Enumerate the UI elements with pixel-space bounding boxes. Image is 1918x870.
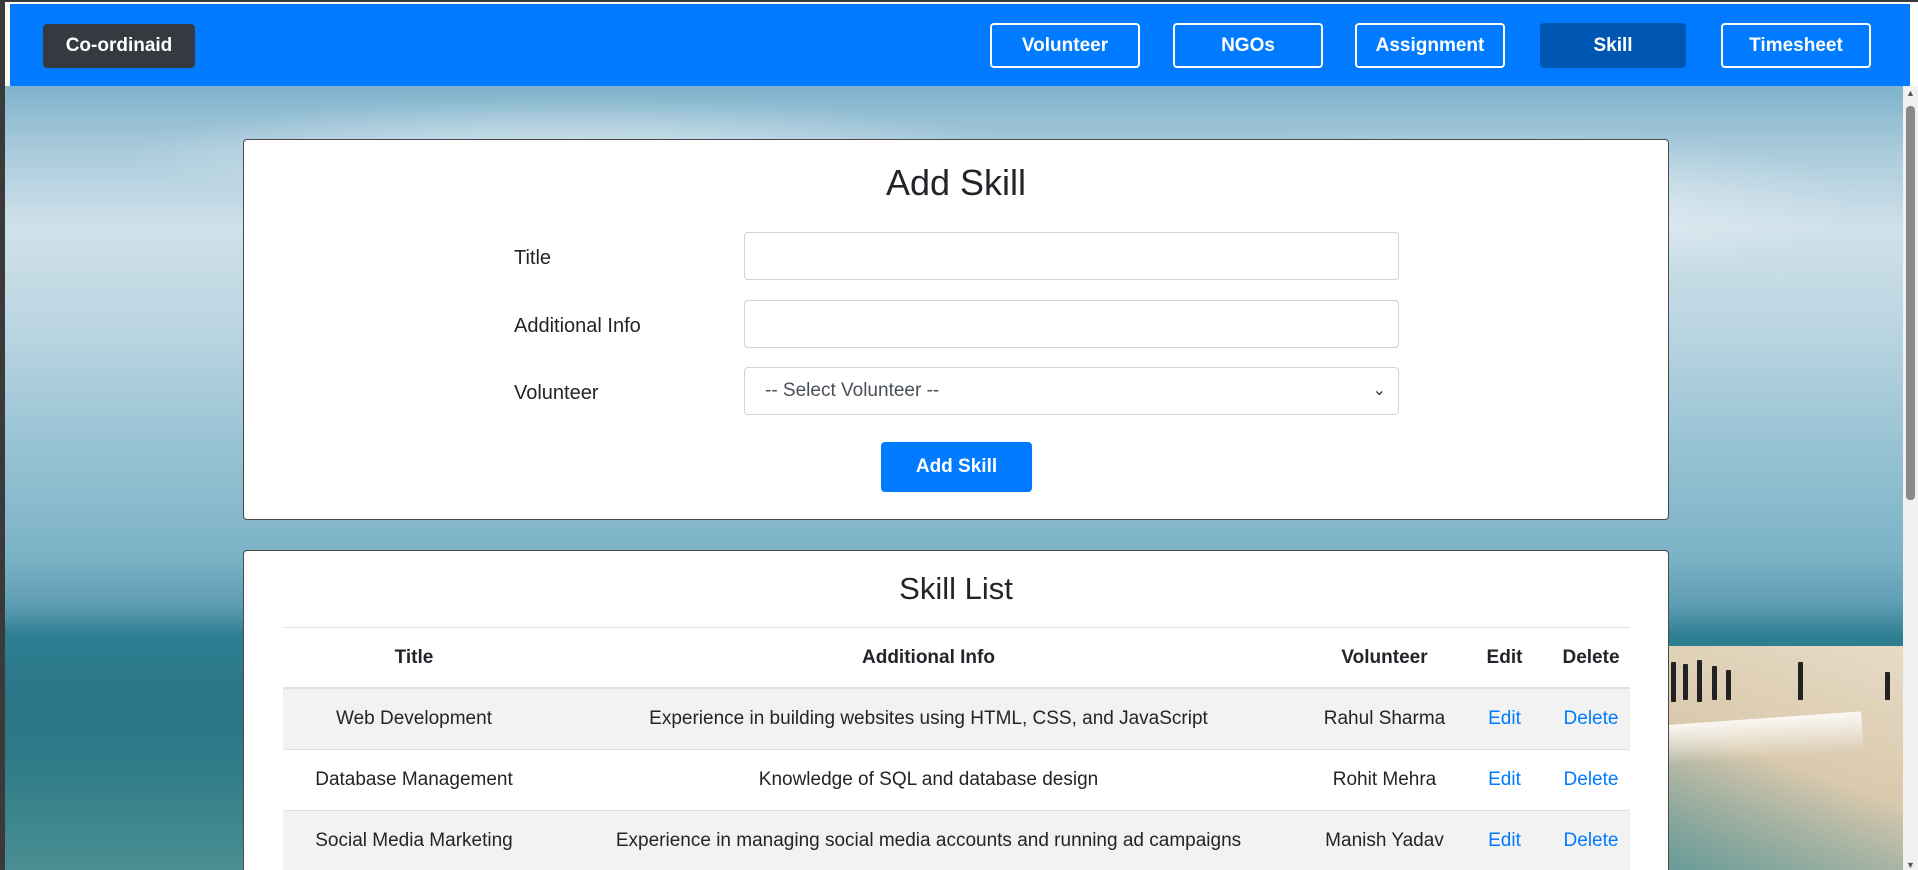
cell-volunteer: Manish Yadav xyxy=(1325,830,1444,851)
title-label: Title xyxy=(514,247,552,269)
chevron-down-icon: ⌄ xyxy=(1372,382,1386,399)
add-skill-heading: Add Skill xyxy=(885,162,1027,203)
cell-volunteer: Rahul Sharma xyxy=(1323,708,1446,729)
add-skill-button[interactable]: Add Skill xyxy=(881,442,1032,492)
pier-post xyxy=(1697,660,1702,702)
scrollbar-thumb[interactable] xyxy=(1906,106,1915,500)
pier-post xyxy=(1726,670,1731,700)
cell-volunteer: Rohit Mehra xyxy=(1332,769,1437,790)
pier-post xyxy=(1798,662,1803,700)
nav-skill-button[interactable]: Skill xyxy=(1540,23,1686,68)
edit-link[interactable]: Edit xyxy=(1457,769,1552,791)
add-skill-card: Add Skill Title Additional Info Voluntee… xyxy=(243,139,1669,520)
scroll-up-arrow-icon[interactable]: ▲ xyxy=(1905,88,1916,98)
nav-assignment-button[interactable]: Assignment xyxy=(1355,23,1505,68)
volunteer-select-value: -- Select Volunteer -- xyxy=(765,380,940,401)
edit-link[interactable]: Edit xyxy=(1457,830,1552,852)
column-header-additional-info: Additional Info xyxy=(862,646,995,668)
table-header-row: Title Additional Info Volunteer Edit Del… xyxy=(283,628,1630,689)
column-header-title: Title xyxy=(394,646,434,668)
nav-volunteer-button[interactable]: Volunteer xyxy=(990,23,1140,68)
cell-additional-info: Experience in building websites using HT… xyxy=(649,708,1208,729)
pier-post xyxy=(1712,666,1717,700)
delete-link[interactable]: Delete xyxy=(1552,769,1630,791)
skill-table: Title Additional Info Volunteer Edit Del… xyxy=(283,627,1630,870)
table-row: Web Development Experience in building w… xyxy=(283,689,1630,750)
column-header-delete: Delete xyxy=(1562,646,1620,668)
skill-list-card: Skill List Title Additional Info Volunte… xyxy=(243,550,1669,870)
delete-link[interactable]: Delete xyxy=(1552,830,1630,852)
column-header-edit: Edit xyxy=(1486,646,1523,668)
cell-additional-info: Experience in managing social media acco… xyxy=(615,830,1242,851)
pier-post xyxy=(1671,662,1676,702)
browser-viewport: Co-ordinaid Volunteer NGOs Assignment Sk… xyxy=(0,0,1918,870)
vertical-scrollbar[interactable]: ▲ ▼ xyxy=(1903,86,1918,870)
cell-title: Social Media Marketing xyxy=(315,830,513,851)
brand-logo[interactable]: Co-ordinaid xyxy=(43,24,195,68)
scroll-down-arrow-icon[interactable]: ▼ xyxy=(1905,860,1916,870)
volunteer-label: Volunteer xyxy=(514,382,599,404)
top-navbar: Co-ordinaid Volunteer NGOs Assignment Sk… xyxy=(10,4,1910,86)
delete-link[interactable]: Delete xyxy=(1552,708,1630,730)
nav-ngos-button[interactable]: NGOs xyxy=(1173,23,1323,68)
table-row: Social Media Marketing Experience in man… xyxy=(283,811,1630,870)
cell-title: Database Management xyxy=(315,769,513,790)
cell-title: Web Development xyxy=(336,708,492,729)
nav-timesheet-button[interactable]: Timesheet xyxy=(1721,23,1871,68)
title-input[interactable] xyxy=(744,232,1399,280)
cell-additional-info: Knowledge of SQL and database design xyxy=(758,769,1099,790)
volunteer-select[interactable]: -- Select Volunteer -- ⌄ xyxy=(744,367,1399,415)
skill-list-heading: Skill List xyxy=(899,571,1013,606)
pier-post xyxy=(1683,664,1688,700)
additional-info-input[interactable] xyxy=(744,300,1399,348)
column-header-volunteer: Volunteer xyxy=(1341,646,1428,668)
pier-post xyxy=(1885,672,1890,700)
additional-info-label: Additional Info xyxy=(514,315,641,337)
table-row: Database Management Knowledge of SQL and… xyxy=(283,750,1630,811)
edit-link[interactable]: Edit xyxy=(1457,708,1552,730)
